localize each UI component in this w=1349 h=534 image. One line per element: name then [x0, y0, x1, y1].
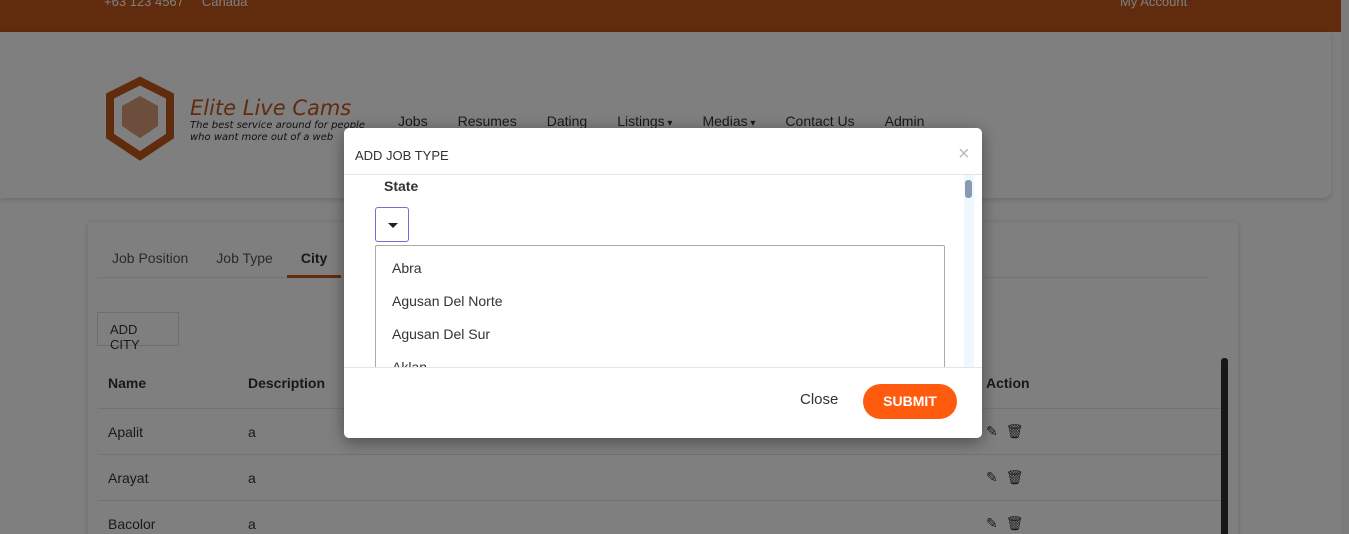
- close-button[interactable]: Close: [800, 391, 838, 408]
- close-icon[interactable]: ×: [958, 144, 970, 164]
- state-select[interactable]: [375, 207, 409, 242]
- state-label: State: [384, 178, 419, 194]
- modal-body: State Abra Agusan Del Norte Agusan Del S…: [344, 175, 982, 368]
- dropdown-option[interactable]: Agusan Del Sur: [376, 312, 944, 345]
- submit-button[interactable]: SUBMIT: [863, 384, 957, 419]
- modal-header: ADD JOB TYPE ×: [344, 128, 982, 175]
- add-job-type-modal: ADD JOB TYPE × State Abra Agusan Del Nor…: [344, 128, 982, 438]
- modal-scrollbar-thumb[interactable]: [965, 180, 972, 198]
- dropdown-option[interactable]: Abra: [376, 246, 944, 279]
- state-dropdown-list: Abra Agusan Del Norte Agusan Del Sur Akl…: [375, 245, 945, 367]
- dropdown-option[interactable]: Agusan Del Norte: [376, 279, 944, 312]
- modal-title: ADD JOB TYPE: [355, 148, 449, 163]
- modal-scrollbar-track[interactable]: [964, 175, 974, 367]
- dropdown-option[interactable]: Aklan: [376, 345, 944, 367]
- modal-footer: Close SUBMIT: [344, 369, 982, 438]
